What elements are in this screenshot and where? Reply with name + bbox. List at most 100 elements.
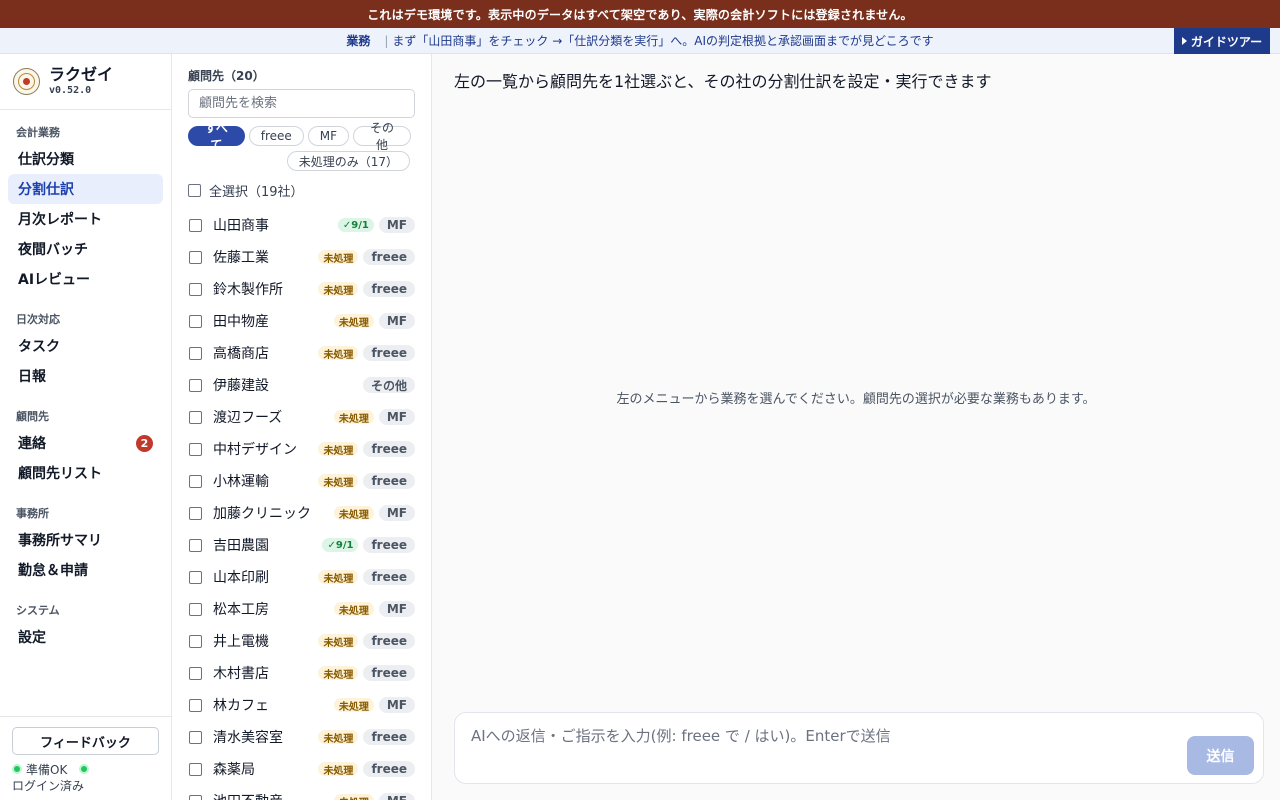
nav-item[interactable]: 月次レポート bbox=[8, 204, 163, 234]
client-name: 渡辺フーズ bbox=[213, 410, 283, 426]
nav-item[interactable]: 顧問先リスト bbox=[8, 458, 163, 488]
client-checkbox[interactable] bbox=[189, 250, 202, 264]
send-button[interactable]: 送信 bbox=[1187, 736, 1254, 775]
client-row[interactable]: 中村デザイン 未処理 freee bbox=[172, 433, 431, 465]
client-checkbox[interactable] bbox=[189, 378, 202, 392]
software-badge: freee bbox=[363, 281, 415, 297]
client-checkbox[interactable] bbox=[189, 442, 202, 456]
status-ready-text: 準備OK bbox=[26, 762, 68, 777]
status-badge: 未処理 bbox=[318, 346, 359, 361]
guide-tour-button[interactable]: ガイドツアー bbox=[1174, 28, 1270, 54]
status-badge: 未処理 bbox=[318, 474, 359, 489]
filter-chip-unprocessed[interactable]: 未処理のみ（17） bbox=[286, 151, 410, 171]
nav-item[interactable]: 設定 bbox=[8, 622, 163, 652]
nav-section-label: 顧問先 bbox=[16, 410, 49, 423]
nav-item[interactable]: 勤怠＆申請 bbox=[8, 555, 163, 585]
client-checkbox[interactable] bbox=[189, 538, 202, 552]
client-row[interactable]: 松本工房 未処理 MF bbox=[172, 593, 431, 625]
status-badge: 未処理 bbox=[318, 282, 359, 297]
client-name: 池田不動産 bbox=[213, 791, 334, 800]
client-checkbox[interactable] bbox=[189, 282, 202, 296]
nav-item[interactable]: AIレビュー bbox=[8, 264, 163, 294]
client-name: 高橋商店 bbox=[213, 346, 269, 362]
nav-item-label: 設定 bbox=[18, 630, 46, 646]
client-checkbox[interactable] bbox=[189, 410, 202, 424]
client-checkbox[interactable] bbox=[189, 570, 202, 584]
client-row[interactable]: 加藤クリニック 未処理 MF bbox=[172, 497, 431, 529]
status-row: 準備OK bbox=[12, 762, 159, 777]
client-row[interactable]: 林カフェ 未処理 MF bbox=[172, 689, 431, 721]
client-checkbox[interactable] bbox=[189, 634, 202, 648]
client-row[interactable]: 井上電機 未処理 freee bbox=[172, 625, 431, 657]
software-badge: その他 bbox=[362, 377, 415, 393]
nav-item-label: 事務所サマリ bbox=[18, 533, 102, 549]
client-row[interactable]: 山本印刷 未処理 freee bbox=[172, 561, 431, 593]
chat-input[interactable] bbox=[471, 725, 1171, 747]
nav-item-label: タスク bbox=[18, 339, 60, 355]
select-all[interactable]: 全選択（19社） bbox=[188, 182, 415, 200]
status-badge: 未処理 bbox=[318, 762, 359, 777]
nav-item[interactable]: 仕訳分類 bbox=[8, 144, 163, 174]
sidebar: ラクゼイ v0.52.0 会計業務 仕訳分類 分割仕訳 月次レポート 夜間バッチ AIレビ… bbox=[0, 54, 172, 800]
client-checkbox[interactable] bbox=[189, 506, 202, 520]
client-row[interactable]: 佐藤工業 未処理 freee bbox=[172, 241, 431, 273]
client-checkbox[interactable] bbox=[189, 602, 202, 616]
client-checkbox[interactable] bbox=[189, 218, 202, 232]
software-badge: freee bbox=[363, 569, 415, 585]
software-badge: freee bbox=[363, 249, 415, 265]
client-checkbox[interactable] bbox=[189, 666, 202, 680]
hint-text: まず「山田商事」をチェック →「仕訳分類を実行」へ。AIの判定根拠と承認画面まで… bbox=[392, 34, 934, 48]
client-name: 田中物産 bbox=[213, 314, 269, 330]
empty-state-message: 左のメニューから業務を選んでください。顧問先の選択が必要な業務もあります。 bbox=[616, 392, 1096, 407]
software-badge: freee bbox=[363, 729, 415, 745]
client-row[interactable]: 高橋商店 未処理 freee bbox=[172, 337, 431, 369]
client-checkbox[interactable] bbox=[189, 762, 202, 776]
brand: ラクゼイ v0.52.0 bbox=[0, 54, 171, 110]
client-row[interactable]: 清水美容室 未処理 freee bbox=[172, 721, 431, 753]
client-checkbox[interactable] bbox=[189, 730, 202, 744]
client-row[interactable]: 山田商事 ✓9/1 MF bbox=[172, 209, 431, 241]
client-checkbox[interactable] bbox=[189, 794, 202, 800]
client-checkbox[interactable] bbox=[189, 346, 202, 360]
client-row[interactable]: 渡辺フーズ 未処理 MF bbox=[172, 401, 431, 433]
client-checkbox[interactable] bbox=[189, 698, 202, 712]
client-row[interactable]: 伊藤建設 その他 bbox=[172, 369, 431, 401]
software-badge: freee bbox=[363, 441, 415, 457]
client-checkbox[interactable] bbox=[189, 474, 202, 488]
client-panel-title: 顧問先（20） bbox=[188, 69, 265, 83]
client-row[interactable]: 田中物産 未処理 MF bbox=[172, 305, 431, 337]
nav-item-label: 仕訳分類 bbox=[18, 152, 74, 168]
status-badge: 未処理 bbox=[333, 602, 374, 617]
nav-item[interactable]: 日報 bbox=[8, 361, 163, 391]
client-row[interactable]: 鈴木製作所 未処理 freee bbox=[172, 273, 431, 305]
filter-chip[interactable]: すべて bbox=[188, 121, 245, 152]
client-name: 加藤クリニック bbox=[213, 506, 311, 522]
client-row[interactable]: 森薬局 未処理 freee bbox=[172, 753, 431, 785]
software-badge: MF bbox=[378, 217, 415, 233]
unread-badge: 2 bbox=[136, 435, 153, 452]
hint-separator: | bbox=[384, 33, 389, 48]
client-row[interactable]: 木村書店 未処理 freee bbox=[172, 657, 431, 689]
select-all-checkbox[interactable] bbox=[188, 183, 201, 197]
filter-chip[interactable]: MF bbox=[307, 126, 350, 146]
client-row[interactable]: 池田不動産未処理 MF bbox=[172, 785, 431, 800]
nav-item[interactable]: 連絡 2 bbox=[8, 428, 163, 458]
filter-chip[interactable]: freee bbox=[248, 126, 304, 146]
nav-item[interactable]: 事務所サマリ bbox=[8, 525, 163, 555]
client-name: 松本工房 bbox=[213, 602, 269, 618]
client-checkbox[interactable] bbox=[189, 314, 202, 328]
brand-name: ラクゼイ bbox=[49, 64, 114, 84]
nav-item[interactable]: 分割仕訳 bbox=[8, 174, 163, 204]
client-search-input[interactable] bbox=[188, 89, 415, 118]
software-badge: MF bbox=[378, 409, 415, 425]
status-badge: 未処理 bbox=[333, 506, 374, 521]
nav-item[interactable]: タスク bbox=[8, 331, 163, 361]
feedback-button[interactable]: フィードバック bbox=[12, 727, 159, 755]
demo-banner-text: これはデモ環境です。表示中のデータはすべて架空であり、実際の会計ソフトには登録さ… bbox=[367, 7, 913, 22]
filter-chip[interactable]: その他 bbox=[353, 121, 411, 152]
software-badge: freee bbox=[363, 633, 415, 649]
client-row[interactable]: 小林運輸 未処理 freee bbox=[172, 465, 431, 497]
nav-item[interactable]: 夜間バッチ bbox=[8, 234, 163, 264]
client-row[interactable]: 吉田農園 ✓9/1 freee bbox=[172, 529, 431, 561]
status-ready-icon bbox=[12, 764, 22, 774]
